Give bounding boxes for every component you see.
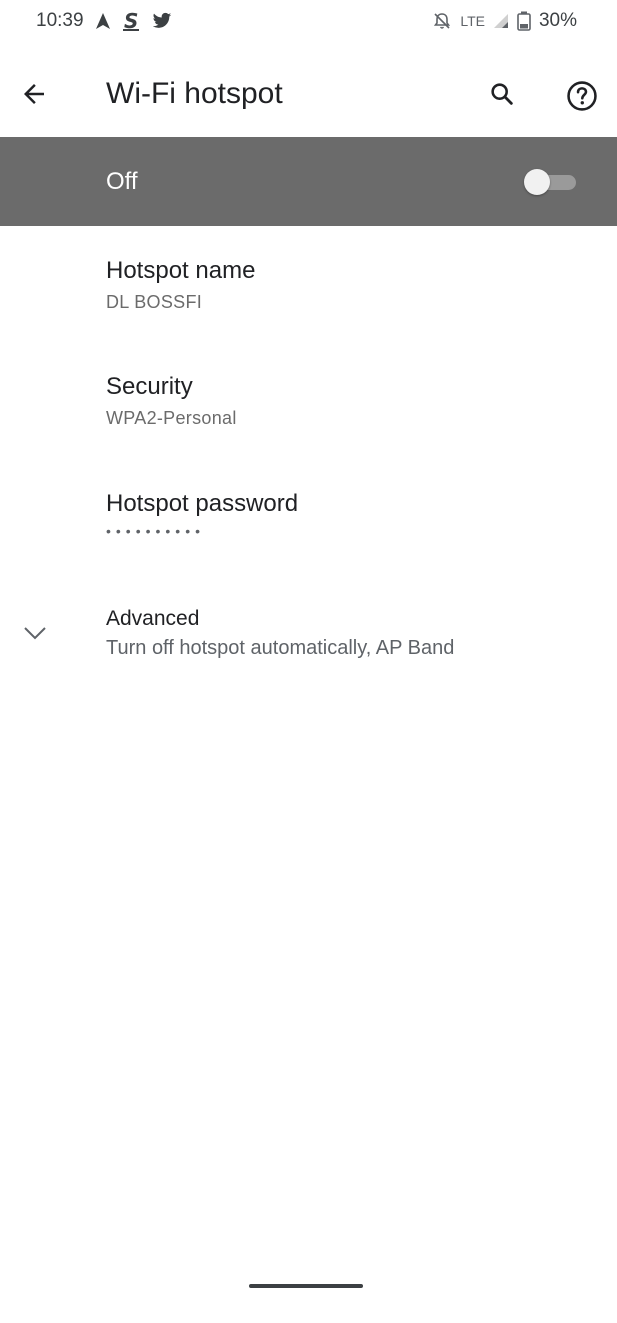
pref-advanced[interactable]: Advanced Turn off hotspot automatically,…: [0, 604, 617, 704]
svg-text:S: S: [124, 11, 138, 31]
pref-title: Security: [106, 373, 193, 400]
battery-percent: 30%: [538, 10, 577, 31]
toggle-thumb: [524, 169, 550, 195]
pref-hotspot-name[interactable]: Hotspot name DL BOSSFI: [0, 256, 617, 356]
alarm-off-icon: [434, 13, 451, 29]
arrow-back-icon: [24, 84, 44, 104]
back-button[interactable]: [16, 76, 52, 112]
pref-title: Hotspot name: [106, 257, 256, 284]
status-left: 10:39 S: [36, 10, 172, 32]
pref-summary: DL BOSSFI: [106, 292, 203, 312]
gesture-nav-handle[interactable]: [249, 1284, 363, 1288]
pref-summary: Turn off hotspot automatically, AP Band: [106, 637, 455, 659]
help-icon: [567, 81, 597, 111]
s-app-icon: S: [122, 11, 139, 31]
signal-icon: [493, 14, 508, 28]
password-dots: ••••••••••: [106, 523, 206, 539]
chevron-down-icon: [24, 627, 46, 640]
pref-title: Advanced: [106, 607, 200, 630]
pref-summary: WPA2-Personal: [106, 408, 237, 428]
app-bar: Wi-Fi hotspot: [0, 62, 617, 126]
battery-icon: [517, 11, 531, 31]
status-right: LTE 30%: [432, 10, 577, 32]
search-icon: [491, 83, 513, 105]
page-title: Wi-Fi hotspot: [106, 77, 283, 110]
twitter-bird-icon: [152, 12, 171, 28]
pref-hotspot-password[interactable]: Hotspot password ••••••••••: [0, 489, 617, 589]
pref-title: Hotspot password: [106, 490, 299, 517]
hotspot-master-switch-bar[interactable]: Off: [0, 137, 617, 226]
hotspot-state-label: Off: [106, 168, 138, 195]
navigation-arrow-icon: [95, 13, 110, 29]
status-time: 10:39: [36, 10, 84, 31]
pref-security[interactable]: Security WPA2-Personal: [0, 372, 617, 472]
search-button[interactable]: [484, 76, 520, 112]
status-bar: 10:39 S LTE 30%: [0, 0, 617, 48]
help-button[interactable]: [562, 76, 602, 116]
network-type: LTE: [460, 13, 485, 29]
hotspot-toggle[interactable]: [524, 168, 578, 196]
